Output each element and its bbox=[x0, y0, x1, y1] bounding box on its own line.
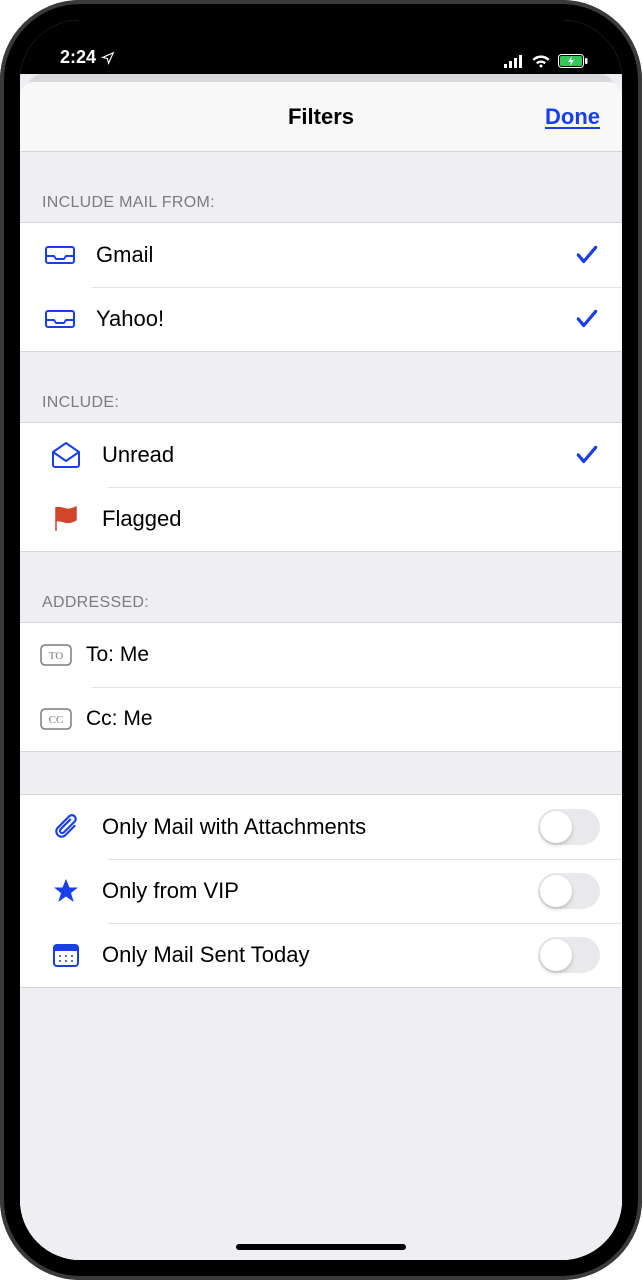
row-label: Gmail bbox=[96, 242, 574, 268]
nav-bar: Filters Done bbox=[20, 82, 622, 152]
svg-text:TO: TO bbox=[49, 650, 64, 662]
section-header-include: Include: bbox=[20, 352, 622, 422]
toggle-vip[interactable] bbox=[538, 873, 600, 909]
row-label: Only Mail Sent Today bbox=[102, 942, 538, 968]
screen: 2:24 Filters bbox=[20, 20, 622, 1260]
svg-text:CC: CC bbox=[49, 714, 64, 726]
section-include-from: Include Mail From: Gmail bbox=[20, 152, 622, 352]
phone-frame: 2:24 Filters bbox=[0, 0, 642, 1280]
row-label: Flagged bbox=[102, 506, 600, 532]
battery-icon bbox=[558, 54, 588, 68]
envelope-open-icon bbox=[48, 437, 84, 473]
section-spacer bbox=[20, 752, 622, 794]
checkmark-icon bbox=[574, 306, 600, 332]
modal-sheet: Filters Done Include Mail From: Gmail bbox=[20, 74, 622, 1260]
row-cc-me[interactable]: CC Cc: Me bbox=[20, 687, 622, 751]
row-label: Only from VIP bbox=[102, 878, 538, 904]
calendar-icon bbox=[48, 937, 84, 973]
flag-icon bbox=[48, 501, 84, 537]
cellular-icon bbox=[504, 55, 524, 68]
row-label: To: Me bbox=[86, 643, 600, 667]
row-gmail[interactable]: Gmail bbox=[20, 223, 622, 287]
inbox-icon bbox=[42, 301, 78, 337]
row-to-me[interactable]: TO To: Me bbox=[20, 623, 622, 687]
star-icon bbox=[48, 873, 84, 909]
paperclip-icon bbox=[48, 809, 84, 845]
location-icon bbox=[101, 51, 115, 65]
row-yahoo[interactable]: Yahoo! bbox=[20, 287, 622, 351]
section-header-include-from: Include Mail From: bbox=[20, 152, 622, 222]
row-today[interactable]: Only Mail Sent Today bbox=[20, 923, 622, 987]
row-label: Yahoo! bbox=[96, 306, 574, 332]
home-indicator[interactable] bbox=[236, 1244, 406, 1250]
cc-badge-icon: CC bbox=[38, 701, 74, 737]
row-flagged[interactable]: Flagged bbox=[20, 487, 622, 551]
row-label: Unread bbox=[102, 442, 574, 468]
row-vip[interactable]: Only from VIP bbox=[20, 859, 622, 923]
inbox-icon bbox=[42, 237, 78, 273]
toggle-today[interactable] bbox=[538, 937, 600, 973]
status-time: 2:24 bbox=[60, 47, 96, 68]
notch bbox=[206, 20, 436, 54]
toggle-attachments[interactable] bbox=[538, 809, 600, 845]
page-title: Filters bbox=[288, 104, 354, 130]
section-include: Include: Unread bbox=[20, 352, 622, 552]
done-button[interactable]: Done bbox=[545, 104, 600, 130]
section-addressed: Addressed: TO To: Me CC Cc: Me bbox=[20, 552, 622, 752]
row-unread[interactable]: Unread bbox=[20, 423, 622, 487]
row-attachments[interactable]: Only Mail with Attachments bbox=[20, 795, 622, 859]
wifi-icon bbox=[531, 54, 551, 68]
checkmark-icon bbox=[574, 242, 600, 268]
section-header-addressed: Addressed: bbox=[20, 552, 622, 622]
to-badge-icon: TO bbox=[38, 637, 74, 673]
checkmark-icon bbox=[574, 442, 600, 468]
row-label: Cc: Me bbox=[86, 707, 600, 731]
section-other: Only Mail with Attachments Only from VIP bbox=[20, 752, 622, 988]
row-label: Only Mail with Attachments bbox=[102, 814, 538, 840]
